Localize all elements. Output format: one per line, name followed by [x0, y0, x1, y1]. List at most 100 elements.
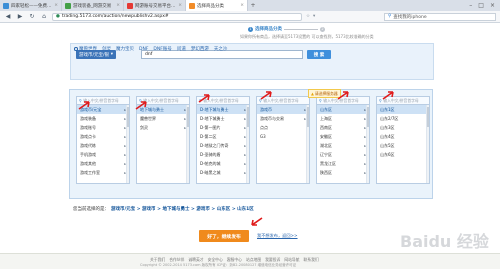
list-item[interactable]: D-帕克的城▸: [197, 159, 249, 168]
server-tip-badge: ▲ 请选择服务器: [308, 89, 341, 98]
list-item[interactable]: 山东4区: [377, 132, 429, 141]
list-item[interactable]: 游戏其他▸: [77, 159, 129, 168]
search-icon: ⚲: [319, 98, 322, 103]
hot-game-item[interactable]: DNF账号: [153, 46, 171, 52]
annotation-arrow-icon: [337, 91, 349, 100]
browser-tab[interactable]: 网游账号交易平台游戏装备 ×: [124, 0, 186, 11]
hot-game-item[interactable]: 魔兽世界: [74, 46, 97, 52]
list-item-label: 手机游戏: [80, 151, 96, 157]
browser-tab-active[interactable]: 选择商品分类 ×: [186, 0, 248, 11]
close-window-button[interactable]: ×: [490, 2, 495, 9]
close-icon[interactable]: ×: [116, 3, 120, 8]
back-icon[interactable]: ◀: [4, 13, 12, 21]
hot-game-item[interactable]: 梦幻西游: [191, 46, 209, 52]
list-item-label: 山东6区: [380, 151, 395, 157]
list-item[interactable]: 游戏装备▸: [77, 114, 129, 123]
cancel-publish-link[interactable]: 我不想发布，返回>>: [257, 233, 298, 239]
hot-game-item[interactable]: DNF: [139, 46, 148, 52]
step-number: 2: [320, 26, 325, 32]
close-icon[interactable]: ×: [178, 3, 182, 8]
list-item[interactable]: 山东2/7区: [377, 114, 429, 123]
list-item-label: 游戏账号: [80, 124, 96, 130]
browser-tab[interactable]: 游戏装备_网游交易 ×: [62, 0, 124, 11]
column-scrollbar[interactable]: [186, 105, 189, 183]
game-icon: [127, 2, 133, 9]
list-item[interactable]: D-第二区▸: [197, 132, 249, 141]
list-item[interactable]: D-圣骑的盾▸: [197, 150, 249, 159]
column-scrollbar[interactable]: [426, 105, 429, 183]
list-item[interactable]: 黑龙江区▸: [317, 159, 369, 168]
close-icon[interactable]: ×: [54, 3, 58, 8]
hot-game-item[interactable]: 剑灵: [102, 46, 111, 52]
column-scrollbar[interactable]: [246, 105, 249, 183]
hot-game-label: DNF账号: [153, 47, 172, 52]
picker-column-5: ⚲输入中文/拼音首字母 山东区▸ 上海区▸ 西南区▸ 安徽区▸ 湖北区▸ 辽宁区…: [316, 96, 370, 184]
list-item[interactable]: 辽宁区▸: [317, 150, 369, 159]
minimize-button[interactable]: –: [469, 2, 472, 9]
list-item[interactable]: 山东5区: [377, 141, 429, 150]
hot-game-label: 问道: [176, 47, 186, 52]
list-item[interactable]: 剑灵▸: [137, 123, 189, 132]
list-item[interactable]: 游戏工作室▸: [77, 168, 129, 177]
continue-publish-button[interactable]: 好了，继续发布: [199, 230, 249, 242]
list-item[interactable]: D-地下城勇士▸: [197, 114, 249, 123]
list-item-label: D-圣骑的盾: [200, 151, 221, 157]
new-tab-button[interactable]: +: [248, 0, 258, 11]
list-item[interactable]: D-地下城与勇士▸: [197, 105, 249, 114]
list-item[interactable]: 游戏币与交易▸: [257, 114, 309, 123]
list-item[interactable]: 山东6区: [377, 150, 429, 159]
list-item[interactable]: D-地狱之门传奇▸: [197, 141, 249, 150]
page-icon: [3, 2, 9, 9]
list-item[interactable]: 山东1区: [377, 105, 429, 114]
list-item-label: 安徽区: [320, 133, 332, 139]
list-item[interactable]: 山东区▸: [317, 105, 369, 114]
list-item-label: D-地下城与勇士: [200, 106, 229, 112]
hot-game-label: 剑灵: [102, 47, 111, 52]
list-item-label: 西南区: [320, 124, 332, 130]
list-item[interactable]: 游戏账号▸: [77, 123, 129, 132]
list-item[interactable]: 安徽区▸: [317, 132, 369, 141]
list-item[interactable]: 手机游戏▸: [77, 150, 129, 159]
tab-label: 游戏装备_网游交易: [73, 3, 112, 9]
list-item[interactable]: 魔兽世界▸: [137, 114, 189, 123]
bookmark-icon[interactable]: ☆: [306, 14, 310, 19]
browser-tab[interactable]: 四家轻松——免费注册网页 ×: [0, 0, 62, 11]
search-icon: ⚲: [388, 14, 392, 19]
list-item-label: 山东区: [320, 106, 332, 112]
annotation-arrow-icon: [260, 91, 272, 100]
close-icon[interactable]: ×: [240, 3, 244, 8]
browser-search-box[interactable]: ⚲ 查找我的iphone: [384, 12, 496, 21]
list-item[interactable]: 游戏代练▸: [77, 141, 129, 150]
list-item[interactable]: 点点: [257, 123, 309, 132]
list-item[interactable]: 湖北区▸: [317, 141, 369, 150]
current-selection-path: 游戏币/元宝 > 游戏币 > 地下城与勇士 > 游戏币 > 山东区 > 山东1区: [111, 207, 254, 212]
footer-link[interactable]: 联系我们: [304, 257, 319, 263]
search-button[interactable]: 搜 索: [307, 50, 331, 59]
column-scrollbar[interactable]: [306, 105, 309, 183]
list-item-label: 山东3区: [380, 124, 395, 130]
list-item[interactable]: 游戏点卡▸: [77, 132, 129, 141]
list-item[interactable]: 山东3区: [377, 123, 429, 132]
column-scrollbar[interactable]: [126, 105, 129, 183]
list-item-label: 山东1区: [380, 106, 395, 112]
address-icons: ☆ ▾: [306, 14, 315, 19]
hot-game-item[interactable]: 问道: [177, 46, 186, 52]
tab-bar: 四家轻松——免费注册网页 × 游戏装备_网游交易 × 网游账号交易平台游戏装备 …: [0, 0, 500, 11]
list-item[interactable]: 西南区▸: [317, 123, 369, 132]
hot-game-item[interactable]: 魔力宝贝: [116, 46, 134, 52]
list-item[interactable]: 游戏币▸: [257, 105, 309, 114]
refresh-icon[interactable]: ↻: [28, 13, 36, 21]
hot-game-item[interactable]: 天之沙: [214, 46, 228, 52]
list-item[interactable]: D-暗黑之城▸: [197, 168, 249, 177]
radio-icon: [74, 47, 78, 51]
list-item[interactable]: D-第一图片▸: [197, 123, 249, 132]
list-item[interactable]: 陕西区▸: [317, 168, 369, 177]
list-item[interactable]: 上海区▸: [317, 114, 369, 123]
home-icon[interactable]: ⌂: [40, 13, 48, 21]
list-item[interactable]: G3: [257, 132, 309, 141]
column-scrollbar[interactable]: [366, 105, 369, 183]
url-field[interactable]: ● trading.5173.com/auction/newpublishv2.…: [52, 12, 302, 21]
maximize-button[interactable]: □: [478, 2, 484, 9]
dropdown-icon[interactable]: ▾: [313, 14, 315, 19]
forward-icon[interactable]: ▶: [16, 13, 24, 21]
